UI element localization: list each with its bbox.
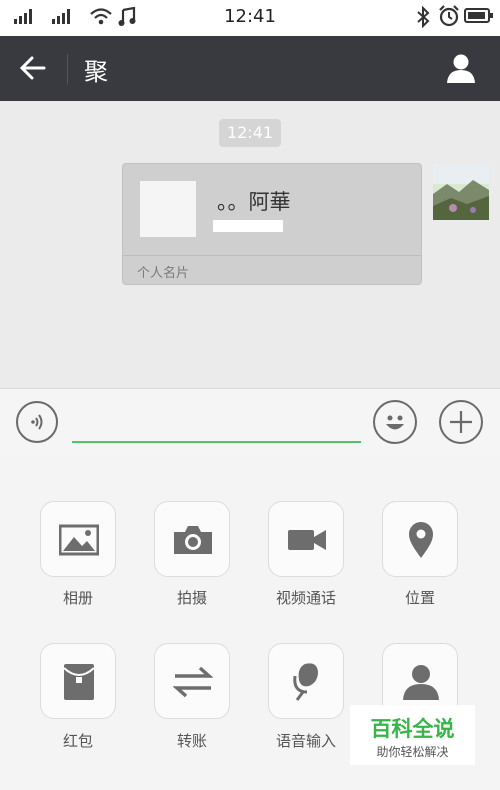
camera-label: 拍摄 [176, 589, 207, 607]
red-packet-label: 红包 [62, 732, 93, 750]
battery-icon [464, 8, 493, 23]
camera-icon [174, 526, 212, 554]
contact-card-photo [140, 181, 196, 237]
album-button[interactable] [40, 501, 116, 577]
location-pin-icon [409, 522, 433, 558]
back-arrow-icon[interactable] [20, 56, 46, 80]
video-call-label: 视频通话 [275, 589, 336, 607]
status-bar: 12:41 [0, 0, 500, 36]
contact-card-divider [123, 255, 421, 256]
transfer-icon [173, 666, 213, 698]
watermark: 百科全说 助你轻松解决 [350, 705, 475, 765]
photo-album-icon [59, 524, 99, 556]
emoji-button[interactable] [373, 400, 417, 444]
location-label: 位置 [404, 589, 435, 607]
chat-title: 聚 [84, 58, 108, 86]
contact-card-label: 个人名片 [137, 266, 190, 281]
voice-input-button[interactable] [268, 643, 344, 719]
contact-card-icon [403, 665, 439, 700]
voice-wave-icon [31, 414, 43, 430]
voice-input-label: 语音输入 [275, 732, 336, 750]
voice-toggle-button[interactable] [16, 401, 58, 443]
microphone-icon [293, 663, 318, 701]
chat-header: 聚 [0, 36, 500, 101]
smiley-face-icon [386, 415, 404, 430]
video-call-icon [288, 530, 326, 550]
transfer-label: 转账 [176, 732, 207, 750]
alarm-clock-icon [439, 5, 459, 27]
red-packet-button[interactable] [40, 643, 116, 719]
video-call-button[interactable] [268, 501, 344, 577]
contact-card-name: 。。阿華 [217, 190, 291, 214]
message-input-bar [0, 388, 500, 456]
plus-icon [450, 411, 472, 433]
message-text-input[interactable] [72, 441, 361, 443]
header-divider [67, 54, 68, 84]
contact-card-id-redacted [213, 220, 283, 232]
location-button[interactable] [382, 501, 458, 577]
album-label: 相册 [62, 589, 93, 607]
contact-card-message[interactable]: 。。阿華 个人名片 [122, 163, 422, 285]
message-timestamp: 12:41 [219, 119, 281, 147]
camera-button[interactable] [154, 501, 230, 577]
watermark-title: 百科全说 [370, 717, 455, 741]
red-packet-icon [63, 664, 95, 700]
more-options-button[interactable] [439, 400, 483, 444]
transfer-button[interactable] [154, 643, 230, 719]
chat-message-area[interactable]: 12:41 。。阿華 个人名片 [0, 101, 500, 388]
contact-profile-icon[interactable] [446, 53, 476, 83]
watermark-subtitle: 助你轻松解决 [376, 745, 449, 759]
bluetooth-icon [417, 6, 430, 28]
sender-avatar[interactable] [433, 164, 489, 220]
